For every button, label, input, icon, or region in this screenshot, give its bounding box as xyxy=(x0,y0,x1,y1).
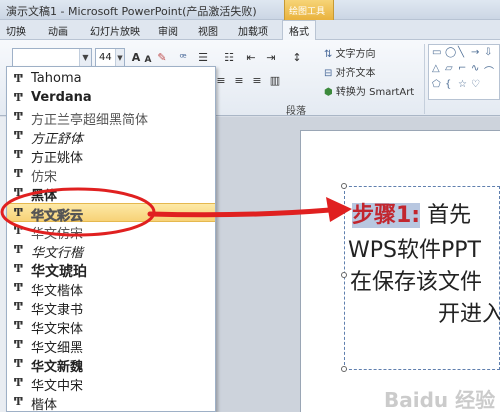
oval-shape-icon[interactable]: ◯ xyxy=(445,47,456,58)
truetype-icon: Ͳ xyxy=(14,319,23,332)
truetype-icon: Ͳ xyxy=(14,338,23,351)
truetype-icon: Ͳ xyxy=(14,300,23,313)
grow-font-icon[interactable]: A xyxy=(130,49,142,67)
star-shape-icon[interactable]: ☆ xyxy=(458,79,467,90)
parallelogram-shape-icon[interactable]: ▱ xyxy=(445,63,453,74)
font-size-combo[interactable]: 44 ▼ xyxy=(95,48,125,68)
chevron-down-icon[interactable]: ▼ xyxy=(79,49,91,67)
font-item[interactable]: Ͳ 华文细黑 xyxy=(7,336,215,356)
font-item[interactable]: Ͳ 华文新魏 xyxy=(7,355,215,375)
truetype-icon: Ͳ xyxy=(14,243,23,256)
truetype-icon: Ͳ xyxy=(14,206,23,219)
curve-shape-icon[interactable]: ∿ xyxy=(471,63,479,74)
font-name-combo[interactable]: ▼ xyxy=(12,48,92,68)
window-title: 演示文稿1 - Microsoft PowerPoint(产品激活失败) xyxy=(6,5,257,18)
brace-shape-icon[interactable]: { xyxy=(445,79,451,90)
font-item[interactable]: Ͳ 华文中宋 xyxy=(7,374,215,394)
font-item[interactable]: Ͳ Tahoma xyxy=(7,70,215,89)
truetype-icon: Ͳ xyxy=(14,224,23,237)
numbering-icon[interactable]: ☷ xyxy=(222,49,236,67)
font-item[interactable]: Ͳ 方正兰亭超细黑简体 xyxy=(7,108,215,128)
text-direction-button[interactable]: ⇅ 文字方向 xyxy=(324,46,419,64)
step-label: 步骤1: xyxy=(352,203,421,228)
arrow-shape-icon[interactable]: → xyxy=(471,47,479,58)
font-item[interactable]: Ͳ 方正姚体 xyxy=(7,146,215,166)
context-tab-drawing-tools: 绘图工具 xyxy=(284,0,334,20)
truetype-icon: Ͳ xyxy=(14,110,23,123)
tab-slideshow[interactable]: 幻灯片放映 xyxy=(90,23,140,38)
chevron-down-icon[interactable]: ▼ xyxy=(115,49,124,67)
line-shape-icon[interactable]: ╲ xyxy=(458,47,464,58)
resize-handle[interactable] xyxy=(341,272,347,278)
slide-text-line-3[interactable]: 在保存该文件 xyxy=(350,264,482,296)
font-item[interactable]: Ͳ 楷体 xyxy=(7,393,215,411)
truetype-icon: Ͳ xyxy=(14,186,23,199)
tab-addins[interactable]: 加载项 xyxy=(238,23,268,38)
truetype-icon: Ͳ xyxy=(14,167,23,180)
increase-indent-icon[interactable]: ⇥ xyxy=(264,49,278,67)
slide-text-line-2[interactable]: WPS软件PPT xyxy=(348,232,481,264)
font-item[interactable]: Ͳ 华文楷体 xyxy=(7,279,215,299)
font-item[interactable]: Ͳ 华文隶书 xyxy=(7,298,215,318)
format-painter-icon[interactable]: ꟹ xyxy=(176,49,190,67)
align-text-button[interactable]: ⊟ 对齐文本 xyxy=(324,65,419,83)
smartart-icon: ⬢ xyxy=(324,87,336,98)
line-spacing-icon[interactable]: ↕ xyxy=(290,49,304,67)
align-center-icon[interactable]: ≡ xyxy=(214,72,228,90)
truetype-icon: Ͳ xyxy=(14,148,23,161)
decrease-indent-icon[interactable]: ⇤ xyxy=(244,49,258,67)
font-item[interactable]: Ͳ 华文宋体 xyxy=(7,317,215,337)
tab-review[interactable]: 审阅 xyxy=(158,23,178,38)
slide-text-line-1[interactable]: 步骤1: 首先 xyxy=(352,197,471,229)
text-direction-icon: ⇅ xyxy=(324,49,336,60)
ribbon-tabs: 切换 动画 幻灯片放映 审阅 视图 加载项 格式 xyxy=(0,20,500,41)
font-item[interactable]: Ͳ 黑体 xyxy=(7,184,215,204)
resize-handle[interactable] xyxy=(341,366,347,372)
truetype-icon: Ͳ xyxy=(14,357,23,370)
font-item[interactable]: Ͳ 华文琥珀 xyxy=(7,260,215,280)
title-bar: 演示文稿1 - Microsoft PowerPoint(产品激活失败) 绘图工… xyxy=(0,0,500,20)
tab-format[interactable]: 格式 xyxy=(282,20,316,41)
truetype-icon: Ͳ xyxy=(14,281,23,294)
font-item[interactable]: Ͳ Verdana xyxy=(7,89,215,108)
justify-icon[interactable]: ≡ xyxy=(250,72,264,90)
truetype-icon: Ͳ xyxy=(14,72,23,85)
truetype-icon: Ͳ xyxy=(14,91,23,104)
arrow-shape-icon[interactable]: ⇩ xyxy=(484,47,492,58)
slide-text-line-4[interactable]: 开进入 xyxy=(438,296,500,328)
shapes-gallery[interactable]: ▭ ◯ ╲ → ⇩ △ ▱ ⌐ ∿ ⌒ ⬠ { ☆ ♡ xyxy=(428,44,500,100)
truetype-icon: Ͳ xyxy=(14,395,23,408)
corner-shape-icon[interactable]: ⌐ xyxy=(458,63,466,74)
paragraph-group-label: 段落 xyxy=(286,106,306,117)
font-item[interactable]: Ͳ 方正舒体 xyxy=(7,127,215,147)
triangle-shape-icon[interactable]: △ xyxy=(432,63,440,74)
clear-format-icon[interactable]: ✎ xyxy=(156,49,168,67)
truetype-icon: Ͳ xyxy=(14,376,23,389)
truetype-icon: Ͳ xyxy=(14,129,23,142)
font-item-selected[interactable]: Ͳ 华文彩云 xyxy=(7,203,215,224)
font-item[interactable]: Ͳ 仿宋 xyxy=(7,165,215,185)
columns-icon[interactable]: ▥ xyxy=(268,72,282,90)
align-right-icon[interactable]: ≡ xyxy=(232,72,246,90)
bullets-icon[interactable]: ☰ xyxy=(196,49,210,67)
font-dropdown-list[interactable]: Ͳ Tahoma Ͳ Verdana Ͳ 方正兰亭超细黑简体 Ͳ 方正舒体 Ͳ … xyxy=(6,66,216,412)
font-item[interactable]: Ͳ 华文仿宋 xyxy=(7,222,215,242)
truetype-icon: Ͳ xyxy=(14,262,23,275)
resize-handle[interactable] xyxy=(341,183,347,189)
tab-transitions[interactable]: 切换 xyxy=(6,23,26,38)
font-item[interactable]: Ͳ 华文行楷 xyxy=(7,241,215,261)
pentagon-shape-icon[interactable]: ⬠ xyxy=(432,79,441,90)
tab-animations[interactable]: 动画 xyxy=(48,23,68,38)
group-divider xyxy=(424,44,425,114)
rectangle-shape-icon[interactable]: ▭ xyxy=(432,47,441,58)
align-text-icon: ⊟ xyxy=(324,68,336,79)
curve-shape-icon[interactable]: ⌒ xyxy=(484,63,494,78)
watermark: Baidu 经验 xyxy=(384,388,496,412)
heart-shape-icon[interactable]: ♡ xyxy=(471,79,480,90)
convert-smartart-button[interactable]: ⬢ 转换为 SmartArt xyxy=(324,84,426,102)
tab-view[interactable]: 视图 xyxy=(198,23,218,38)
